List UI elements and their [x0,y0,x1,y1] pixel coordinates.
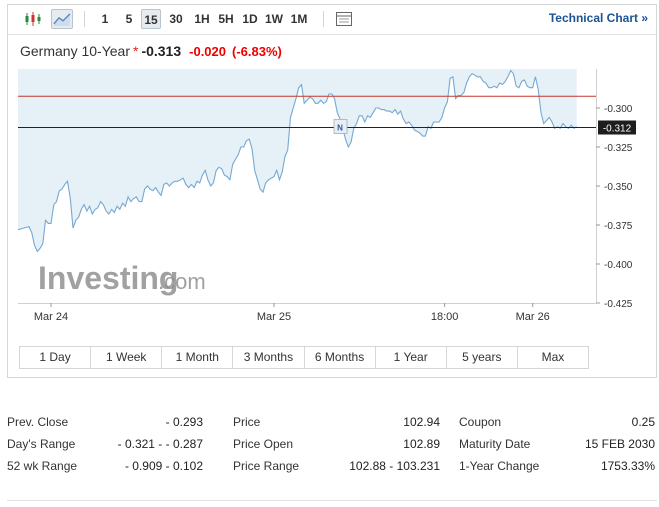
range-selector: 1 Day 1 Week 1 Month 3 Months 6 Months 1 Year… [19,346,589,369]
y-tick-label: -0.300 [604,104,633,115]
stat-row: Prev. Close - 0.293 [7,412,203,432]
y-tick-label: -0.350 [604,182,633,193]
candlestick-chart-icon[interactable] [22,9,44,29]
timeframe-15-button[interactable]: 15 [141,9,161,29]
stat-label: 1-Year Change [459,459,540,473]
y-tick-label: -0.425 [604,299,633,310]
stat-row: Price Open 102.89 [233,434,440,454]
news-marker-label: N [337,124,343,133]
range-5-years-button[interactable]: 5 years [447,347,518,368]
timeframe-1d-button[interactable]: 1D [239,9,261,29]
x-tick-label: 18:00 [431,311,459,323]
chart-panel: 1 5 15 30 1H 5H 1D 1W 1M Technical Chart » Germa… [7,4,657,378]
y-tick-label: -0.325 [604,143,633,154]
toolbar-separator [84,11,85,27]
area-chart-icon[interactable] [51,9,73,29]
instrument-name: Germany 10-Year [20,43,130,59]
stat-row: Day's Range - 0.321 - - 0.287 [7,434,203,454]
stat-row: Price Range 102.88 - 103.231 [233,456,440,476]
stat-label: Price Open [233,437,294,451]
stat-row: 52 wk Range - 0.909 - 0.102 [7,456,203,476]
stat-label: Prev. Close [7,415,69,429]
range-1-day-button[interactable]: 1 Day [20,347,92,368]
stat-row: Coupon 0.25 [459,412,655,432]
stat-label: Coupon [459,415,502,429]
realtime-star: * [132,43,139,59]
timeframe-5h-button[interactable]: 5H [215,9,237,29]
stat-label: Maturity Date [459,437,531,451]
stat-value: - 0.293 [165,415,203,429]
range-1-month-button[interactable]: 1 Month [162,347,234,368]
current-value-label: -0.312 [603,124,632,135]
chart-toolbar: 1 5 15 30 1H 5H 1D 1W 1M Technical Chart » [8,5,656,35]
timeframe-5-button[interactable]: 5 [120,9,138,29]
range-3-months-button[interactable]: 3 Months [233,347,305,368]
stat-label: Price [233,415,261,429]
technical-chart-link[interactable]: Technical Chart » [549,11,648,25]
stat-value: - 0.321 - - 0.287 [117,437,203,451]
y-tick-label: -0.400 [604,260,633,271]
stat-value: 15 FEB 2030 [584,437,655,451]
timeframe-1-button[interactable]: 1 [96,9,114,29]
stat-value: 102.88 - 103.231 [349,459,440,473]
toolbar-separator [323,11,324,27]
price-chart: Investing.comN-0.300-0.325-0.350-0.375-0… [17,69,636,323]
stat-label: Day's Range [7,437,76,451]
stat-label: 52 wk Range [7,459,78,473]
range-max-button[interactable]: Max [518,347,588,368]
timeframe-1w-button[interactable]: 1W [263,9,285,29]
stat-value: 102.89 [403,437,440,451]
range-1-year-button[interactable]: 1 Year [376,347,447,368]
price-change: -0.020 [189,44,227,59]
stat-row: Maturity Date 15 FEB 2030 [459,434,655,454]
price-change-percent: (-6.83%) [232,44,282,59]
stat-row: 1-Year Change 1753.33% [459,456,655,476]
x-tick-label: Mar 24 [34,311,68,323]
timeframe-30-button[interactable]: 30 [165,9,187,29]
y-tick-label: -0.375 [604,221,633,232]
stat-label: Price Range [233,459,300,473]
divider [7,500,657,501]
x-tick-label: Mar 26 [516,311,550,323]
range-1-week-button[interactable]: 1 Week [91,347,163,368]
watermark-suffix: .com [158,269,206,294]
stat-value: 0.25 [631,415,655,429]
last-price: -0.313 [141,43,182,59]
instrument-header: Germany 10-Year * -0.313 -0.020 (-6.83%) [20,43,288,63]
timeframe-1h-button[interactable]: 1H [191,9,213,29]
stat-value: 1753.33% [600,459,655,473]
range-6-months-button[interactable]: 6 Months [305,347,376,368]
x-tick-label: Mar 25 [257,311,291,323]
stat-value: - 0.909 - 0.102 [124,459,203,473]
timeframe-1m-button[interactable]: 1M [288,9,310,29]
stat-row: Price 102.94 [233,412,440,432]
stat-value: 102.94 [403,415,440,429]
table-view-icon[interactable] [333,9,355,29]
